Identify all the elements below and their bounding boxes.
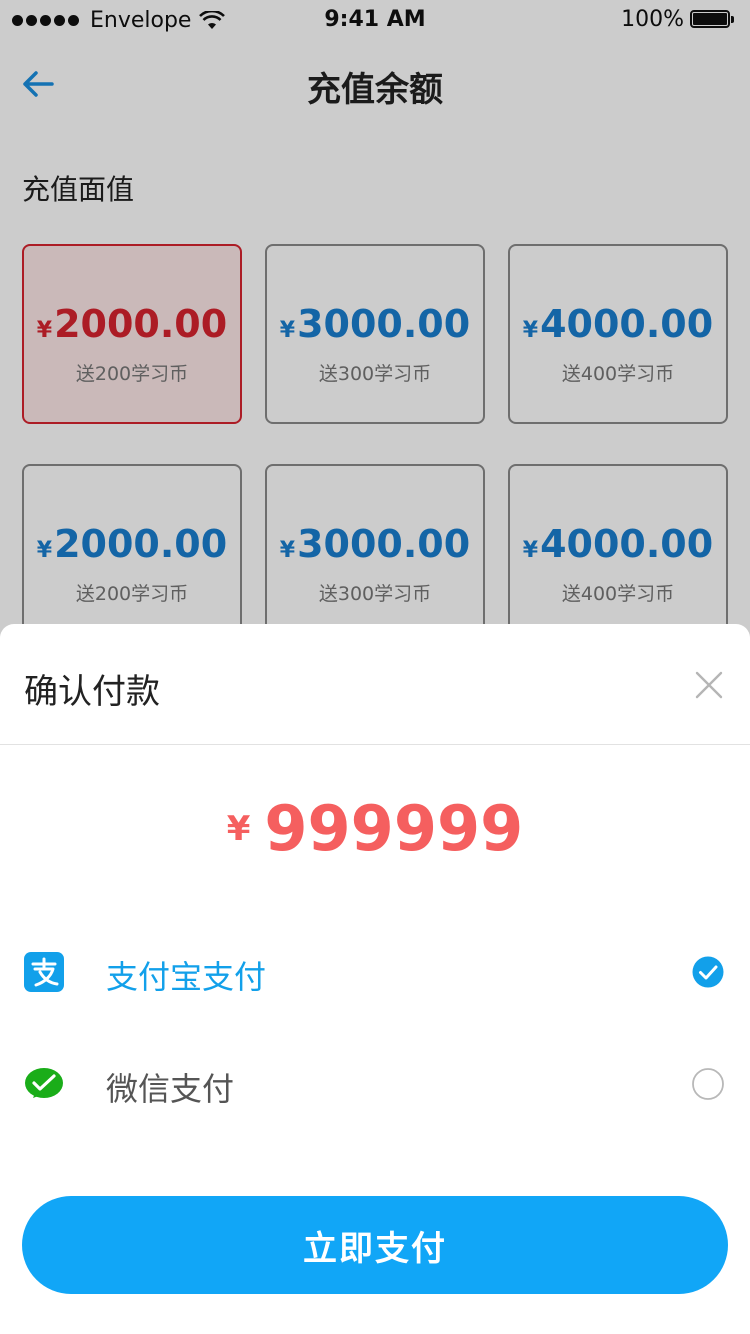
wechat-pay-icon <box>25 1068 63 1098</box>
close-icon[interactable] <box>694 670 724 700</box>
sheet-divider <box>0 744 750 745</box>
alipay-icon <box>24 952 64 992</box>
sheet-title: 确认付款 <box>24 672 160 712</box>
radio-unchecked-icon[interactable] <box>692 1068 724 1100</box>
amount-currency-symbol: ¥ <box>226 808 251 849</box>
radio-checked-icon[interactable] <box>692 956 724 988</box>
payment-method-alipay[interactable]: 支付宝支付 <box>0 926 750 1016</box>
amount-value: 999999 <box>264 792 524 865</box>
payment-method-wechat[interactable]: 微信支付 <box>0 1038 750 1128</box>
pay-now-button[interactable]: 立即支付 <box>22 1196 728 1294</box>
payment-method-label: 微信支付 <box>106 1070 235 1108</box>
payment-sheet: 确认付款 ¥999999 支付宝支付 微信支付 立即支付 <box>0 624 750 1334</box>
payment-amount: ¥999999 <box>0 792 750 865</box>
payment-method-label: 支付宝支付 <box>106 958 267 996</box>
recharge-screen: Envelope 9:41 AM 100% 充值余额 充值面值 ¥2000.00 <box>0 0 750 1334</box>
